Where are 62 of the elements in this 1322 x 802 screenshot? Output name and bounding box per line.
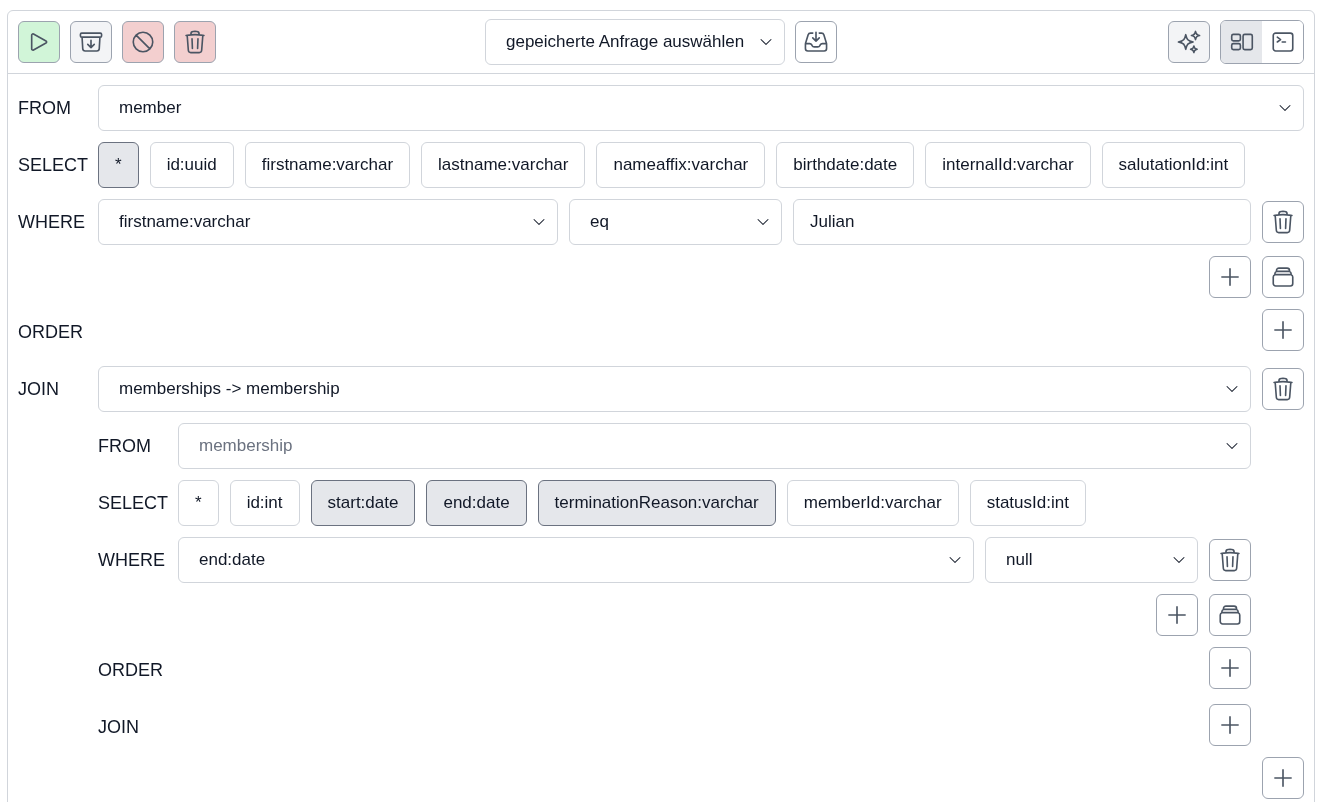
column-chip[interactable]: terminationReason:varchar (537, 480, 776, 526)
section-label: JOIN (18, 377, 60, 401)
section-label: ORDER (18, 320, 84, 344)
cancel-icon (130, 29, 156, 55)
column-chip[interactable]: nameaffix:varchar (596, 142, 766, 188)
column-chip[interactable]: * (98, 142, 139, 188)
trash-icon (1270, 376, 1296, 402)
section-label: FROM (18, 96, 72, 120)
section-label: JOIN (98, 715, 140, 739)
column-chip[interactable]: start:date (310, 480, 416, 526)
dropdown[interactable]: eq (569, 199, 782, 245)
column-chip[interactable]: * (178, 480, 219, 526)
column-chip[interactable]: salutationId:int (1101, 142, 1246, 188)
section-label: WHERE (18, 210, 86, 234)
section-label: SELECT (18, 153, 90, 177)
stack-icon (1270, 264, 1296, 290)
column-chip[interactable]: memberId:varchar (786, 480, 959, 526)
dropdown[interactable]: memberships -> membership (98, 366, 1251, 412)
add-order-button[interactable] (1209, 647, 1251, 689)
column-chip[interactable]: birthdate:date (776, 142, 915, 188)
column-chip[interactable]: id:uuid (149, 142, 234, 188)
dropdown[interactable]: gepeicherte Anfrage auswählen (485, 19, 785, 65)
cancel-button[interactable] (122, 21, 164, 63)
delete-condition-button[interactable] (1209, 539, 1251, 581)
add-condition-button[interactable] (1156, 594, 1198, 636)
builder-view-button[interactable] (1221, 21, 1262, 63)
stack-icon (1217, 602, 1243, 628)
add-condition-button[interactable] (1209, 256, 1251, 298)
dropdown[interactable]: end:date (178, 537, 974, 583)
column-chip[interactable]: end:date (426, 480, 527, 526)
load-query-button[interactable] (795, 21, 837, 63)
add-join-button[interactable] (1262, 757, 1304, 799)
column-chip[interactable]: id:int (229, 480, 300, 526)
terminal-icon (1269, 29, 1296, 55)
section-label: ORDER (98, 658, 164, 682)
dropdown[interactable]: null (985, 537, 1198, 583)
column-chip[interactable]: internalId:varchar (925, 142, 1091, 188)
section-label: SELECT (98, 491, 170, 515)
section-label: WHERE (98, 548, 166, 572)
archive-button[interactable] (70, 21, 112, 63)
delete-button[interactable] (174, 21, 216, 63)
trash-icon (1270, 209, 1296, 235)
inbox-download-icon (803, 29, 829, 55)
ai-button[interactable] (1168, 21, 1210, 63)
column-chip[interactable]: statusId:int (969, 480, 1086, 526)
dropdown[interactable]: member (98, 85, 1304, 131)
trash-icon (1217, 547, 1243, 573)
section-label: FROM (98, 434, 152, 458)
dropdown[interactable]: firstname:varchar (98, 199, 558, 245)
add-group-button[interactable] (1209, 594, 1251, 636)
add-group-button[interactable] (1262, 256, 1304, 298)
delete-condition-button[interactable] (1262, 201, 1304, 243)
add-join-button[interactable] (1209, 704, 1251, 746)
column-chip[interactable]: firstname:varchar (244, 142, 411, 188)
sparkles-icon (1176, 29, 1202, 55)
add-order-button[interactable] (1262, 309, 1304, 351)
value-input[interactable]: Julian (793, 199, 1251, 245)
run-button[interactable] (18, 21, 60, 63)
trash-icon (182, 29, 208, 55)
delete-join-button[interactable] (1262, 368, 1304, 410)
archive-icon (78, 29, 104, 55)
column-chip[interactable]: lastname:varchar (421, 142, 586, 188)
